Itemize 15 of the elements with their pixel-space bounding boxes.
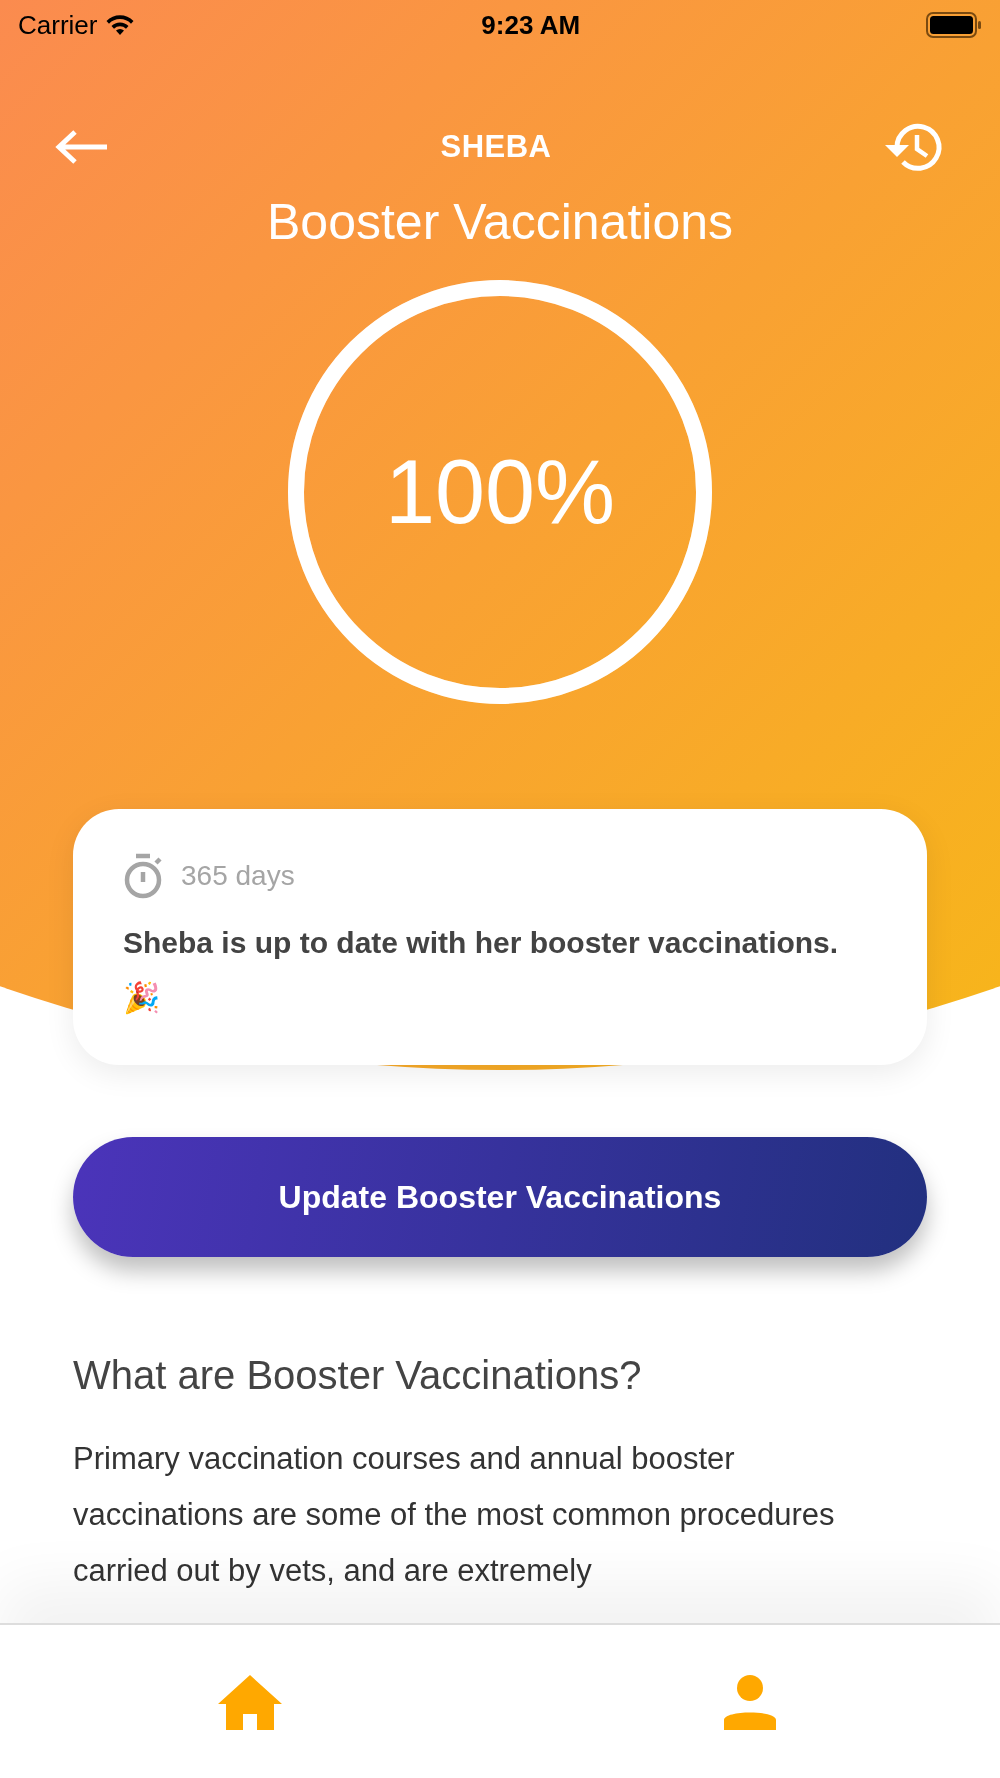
- home-icon[interactable]: [217, 1673, 283, 1730]
- page-title: Booster Vaccinations: [267, 193, 733, 252]
- clock-time: 9:23 AM: [481, 8, 581, 42]
- status-message: Sheba is up to date with her booster vaccinations. 🎉: [123, 925, 840, 1017]
- progress-percent: 100%: [384, 440, 616, 544]
- pet-name-title: SHEBA: [440, 127, 552, 166]
- wifi-icon: [105, 14, 136, 36]
- update-button[interactable]: Update Booster Vaccinations: [73, 1137, 927, 1257]
- stopwatch-icon: [123, 853, 165, 899]
- carrier-label: Carrier: [18, 8, 98, 42]
- section-heading: What are Booster Vaccinations?: [73, 1352, 643, 1399]
- battery-icon: [926, 12, 982, 38]
- back-arrow-icon[interactable]: [55, 129, 109, 165]
- duration-label: 365 days: [181, 859, 295, 893]
- info-paragraph: Primary vaccination courses and annual booster vaccinations are some of the most common procedures carried out by vets, and are extremely: [73, 1440, 836, 1590]
